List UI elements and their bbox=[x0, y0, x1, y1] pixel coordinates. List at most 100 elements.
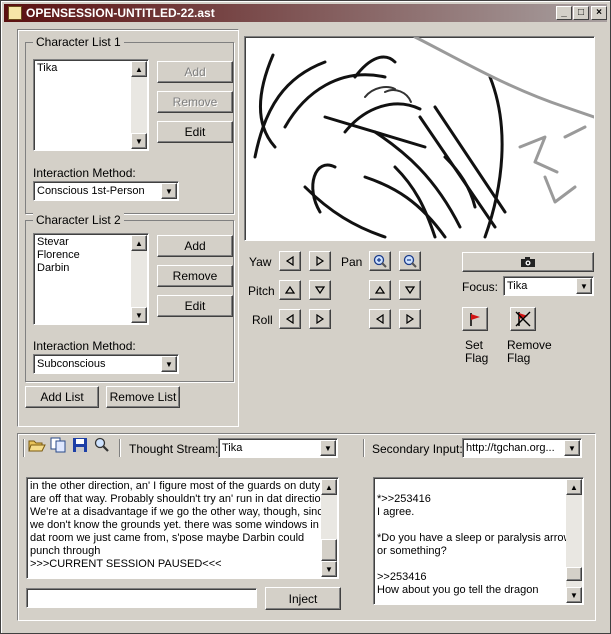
list-2-add-button[interactable]: Add bbox=[157, 235, 233, 257]
list-2-interaction-select[interactable]: Subconscious ▼ bbox=[33, 354, 179, 374]
open-folder-button[interactable] bbox=[28, 437, 46, 455]
set-flag-button[interactable] bbox=[462, 307, 488, 331]
thought-log-content: in the other direction, an' I figure mos… bbox=[30, 480, 330, 571]
scene-sketch-image bbox=[253, 37, 594, 239]
roll-right-button[interactable] bbox=[309, 309, 331, 329]
app-icon bbox=[8, 6, 22, 20]
zoom-in-button[interactable] bbox=[369, 251, 391, 271]
list-item[interactable]: Darbin bbox=[37, 262, 80, 275]
focus-select[interactable]: Tika ▼ bbox=[503, 276, 594, 296]
pan-down-button[interactable] bbox=[399, 280, 421, 300]
secondary-log[interactable]: *>>253416 I agree. *Do you have a sleep … bbox=[373, 477, 584, 605]
close-button[interactable]: × bbox=[591, 6, 607, 20]
snapshot-button[interactable] bbox=[462, 252, 594, 272]
character-list-1-group: Character List 1 Tika ▲ ▼ Add Remove Edi… bbox=[25, 35, 234, 214]
scroll-down-icon[interactable]: ▼ bbox=[131, 307, 147, 323]
scroll-up-icon[interactable]: ▲ bbox=[566, 479, 582, 495]
arrow-down-icon bbox=[315, 286, 325, 295]
roll-label: Roll bbox=[252, 313, 273, 327]
zoom-in-icon bbox=[373, 254, 387, 268]
log-line: *Do you have a sleep or paralysis arrow bbox=[377, 532, 572, 544]
scroll-thumb[interactable] bbox=[321, 539, 337, 561]
list-2-interaction-label: Interaction Method: bbox=[33, 339, 136, 353]
pan-up-button[interactable] bbox=[369, 280, 391, 300]
pitch-down-button[interactable] bbox=[309, 280, 331, 300]
zoom-out-button[interactable] bbox=[399, 251, 421, 271]
chevron-down-icon[interactable]: ▼ bbox=[161, 183, 177, 199]
inject-button[interactable]: Inject bbox=[265, 587, 341, 610]
character-list-1-listbox[interactable]: Tika ▲ ▼ bbox=[33, 59, 149, 151]
list-1-interaction-select[interactable]: Conscious 1st-Person ▼ bbox=[33, 181, 179, 201]
log-line: we don't know the grounds yet. there was… bbox=[30, 519, 319, 531]
inject-input[interactable] bbox=[26, 588, 257, 608]
log-line: >>>CURRENT SESSION PAUSED<<< bbox=[30, 558, 222, 570]
chevron-down-icon[interactable]: ▼ bbox=[564, 440, 580, 456]
yaw-left-button[interactable] bbox=[279, 251, 301, 271]
character-list-1-scrollbar[interactable]: ▲ ▼ bbox=[131, 61, 147, 149]
log-line: >>253416 bbox=[377, 571, 427, 583]
list-item[interactable]: Stevar bbox=[37, 236, 80, 249]
list-item[interactable]: Florence bbox=[37, 249, 80, 262]
list-2-edit-button[interactable]: Edit bbox=[157, 295, 233, 317]
copy-icon bbox=[50, 437, 66, 453]
pan-right-button[interactable] bbox=[399, 309, 421, 329]
list-1-remove-button[interactable]: Remove bbox=[157, 91, 233, 113]
character-list-2-listbox[interactable]: Stevar Florence Darbin ▲ ▼ bbox=[33, 233, 149, 325]
scroll-up-icon[interactable]: ▲ bbox=[131, 235, 147, 251]
list-1-add-button[interactable]: Add bbox=[157, 61, 233, 83]
thought-stream-select[interactable]: Tika ▼ bbox=[218, 438, 338, 458]
character-list-2-scrollbar[interactable]: ▲ ▼ bbox=[131, 235, 147, 323]
list-1-edit-button[interactable]: Edit bbox=[157, 121, 233, 143]
scroll-down-icon[interactable]: ▼ bbox=[566, 587, 582, 603]
list-1-interaction-label: Interaction Method: bbox=[33, 166, 136, 180]
save-icon bbox=[73, 438, 87, 452]
scroll-thumb[interactable] bbox=[566, 567, 582, 581]
chevron-down-icon[interactable]: ▼ bbox=[161, 356, 177, 372]
chevron-down-icon[interactable]: ▼ bbox=[320, 440, 336, 456]
roll-left-button[interactable] bbox=[279, 309, 301, 329]
log-line: punch through bbox=[30, 545, 101, 557]
app-window: OPENSESSION-UNTITLED-22.ast _ □ × Charac… bbox=[0, 0, 611, 634]
arrow-right-icon bbox=[316, 314, 325, 324]
maximize-button[interactable]: □ bbox=[573, 6, 589, 20]
thought-log-scrollbar[interactable]: ▲ ▼ bbox=[321, 479, 337, 577]
secondary-input-select[interactable]: http://tgchan.org... ▼ bbox=[462, 438, 582, 458]
arrow-up-icon bbox=[285, 285, 295, 294]
list-item[interactable]: Tika bbox=[37, 62, 57, 75]
scene-view[interactable] bbox=[244, 36, 595, 241]
log-line: I agree. bbox=[377, 506, 415, 518]
arrow-right-icon bbox=[406, 314, 415, 324]
arrow-up-icon bbox=[375, 285, 385, 294]
scroll-down-icon[interactable]: ▼ bbox=[131, 133, 147, 149]
thought-log[interactable]: in the other direction, an' I figure mos… bbox=[26, 477, 339, 579]
title-bar: OPENSESSION-UNTITLED-22.ast _ □ × bbox=[4, 4, 607, 22]
remove-flag-button[interactable] bbox=[510, 307, 536, 331]
pan-left-button[interactable] bbox=[369, 309, 391, 329]
add-list-button[interactable]: Add List bbox=[25, 386, 99, 408]
minimize-button[interactable]: _ bbox=[556, 6, 572, 20]
save-button[interactable] bbox=[72, 437, 90, 455]
copy-button[interactable] bbox=[50, 437, 68, 455]
pitch-up-button[interactable] bbox=[279, 280, 301, 300]
list-1-interaction-value: Conscious 1st-Person bbox=[37, 185, 145, 197]
zoom-out-icon bbox=[403, 254, 417, 268]
thought-stream-label: Thought Stream: bbox=[129, 442, 219, 456]
scroll-down-icon[interactable]: ▼ bbox=[321, 561, 337, 577]
secondary-log-content: *>>253416 I agree. *Do you have a sleep … bbox=[377, 480, 572, 597]
character-list-1-legend: Character List 1 bbox=[33, 35, 124, 49]
search-button[interactable] bbox=[94, 437, 112, 455]
list-2-remove-button[interactable]: Remove bbox=[157, 265, 233, 287]
yaw-right-button[interactable] bbox=[309, 251, 331, 271]
secondary-input-label: Secondary Input: bbox=[372, 442, 463, 456]
arrow-left-icon bbox=[285, 314, 294, 324]
scroll-up-icon[interactable]: ▲ bbox=[321, 479, 337, 495]
secondary-log-scrollbar[interactable]: ▲ ▼ bbox=[566, 479, 582, 603]
remove-list-button[interactable]: Remove List bbox=[106, 386, 180, 408]
chevron-down-icon[interactable]: ▼ bbox=[576, 278, 592, 294]
character-panel: Character List 1 Tika ▲ ▼ Add Remove Edi… bbox=[17, 29, 239, 427]
open-folder-icon bbox=[28, 440, 46, 452]
scroll-up-icon[interactable]: ▲ bbox=[131, 61, 147, 77]
